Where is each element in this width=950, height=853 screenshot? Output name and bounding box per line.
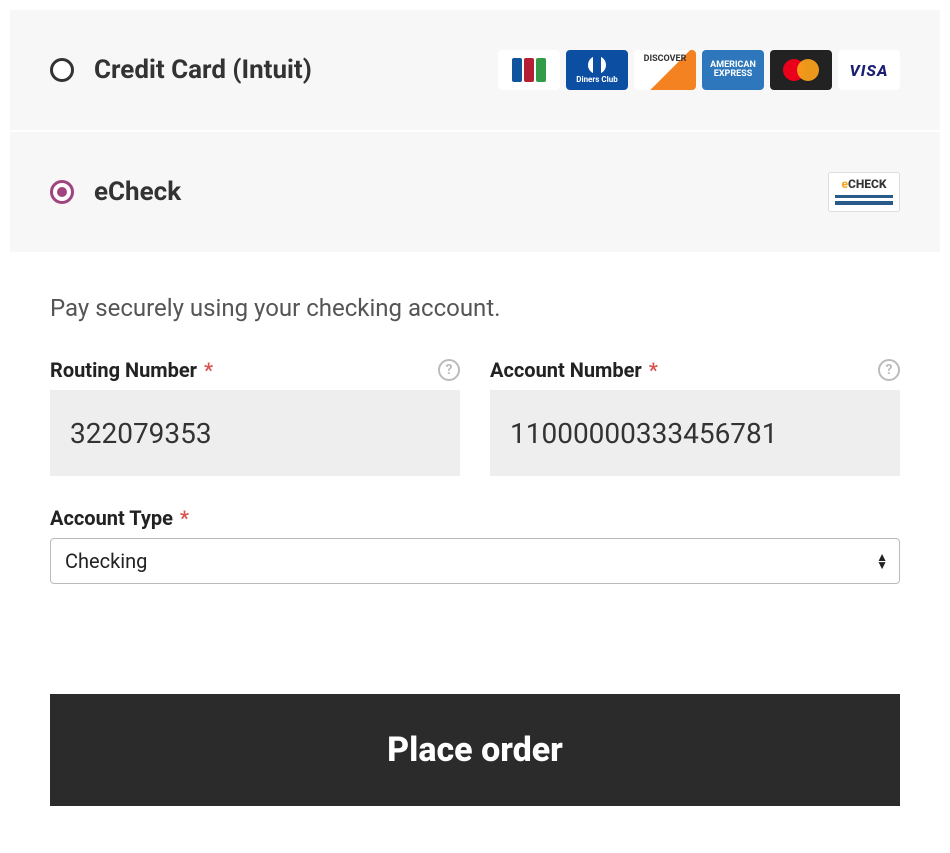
account-number-input[interactable] <box>490 390 900 476</box>
account-number-field: Account Number * ? <box>490 358 900 476</box>
help-icon[interactable]: ? <box>878 359 900 381</box>
payment-methods-list: Credit Card (Intuit) Diners Club DISCOVE… <box>10 10 940 254</box>
mastercard-icon <box>770 50 832 90</box>
jcb-icon <box>498 50 560 90</box>
account-type-select[interactable]: Checking <box>50 538 900 584</box>
discover-icon: DISCOVER <box>634 50 696 90</box>
routing-number-input[interactable] <box>50 390 460 476</box>
routing-number-label: Routing Number * <box>50 358 213 382</box>
payment-option-echeck[interactable]: eCheck eCHECK <box>10 132 940 254</box>
visa-icon: VISA <box>838 50 900 90</box>
echeck-label: eCheck <box>94 177 181 207</box>
account-number-label: Account Number * <box>490 358 658 382</box>
radio-credit-card[interactable] <box>50 58 74 82</box>
account-type-label: Account Type * <box>50 506 189 530</box>
echeck-form: Pay securely using your checking account… <box>0 264 950 634</box>
account-type-field: Account Type * Checking ▲▼ <box>50 506 900 584</box>
form-description: Pay securely using your checking account… <box>50 294 900 322</box>
payment-option-credit-card[interactable]: Credit Card (Intuit) Diners Club DISCOVE… <box>10 10 940 132</box>
accepted-card-icons: Diners Club DISCOVER AMERICANEXPRESS VIS… <box>498 50 900 90</box>
diners-club-icon: Diners Club <box>566 50 628 90</box>
help-icon[interactable]: ? <box>438 359 460 381</box>
radio-echeck[interactable] <box>50 180 74 204</box>
echeck-icon: eCHECK <box>828 172 900 212</box>
american-express-icon: AMERICANEXPRESS <box>702 50 764 90</box>
credit-card-label: Credit Card (Intuit) <box>94 55 312 85</box>
place-order-button[interactable]: Place order <box>50 694 900 806</box>
routing-number-field: Routing Number * ? <box>50 358 460 476</box>
